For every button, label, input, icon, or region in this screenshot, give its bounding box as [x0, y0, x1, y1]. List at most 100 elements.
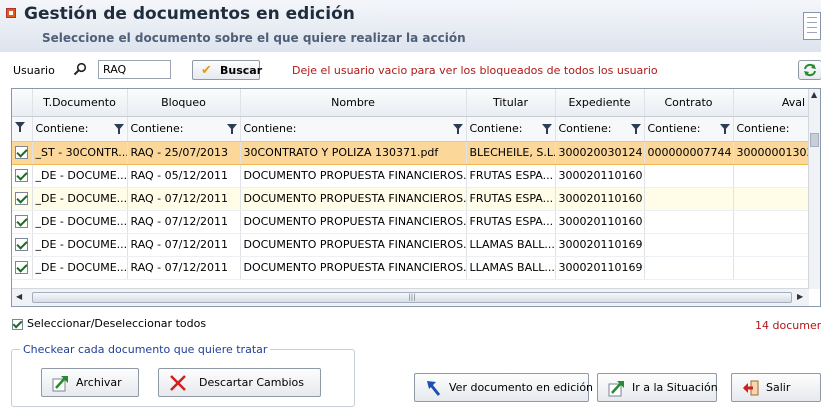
search-toolbar: Usuario ✔ Buscar Deje el usuario vacio p…: [0, 57, 821, 83]
filter-cell-expediente[interactable]: Contiene:: [555, 116, 645, 142]
filter-icon[interactable]: [452, 123, 463, 134]
row-checkbox[interactable]: [15, 238, 28, 252]
go-to-icon: [608, 381, 624, 397]
exit-button[interactable]: Salir: [731, 373, 821, 402]
filter-cell-select[interactable]: [12, 116, 33, 142]
header-row: T.Documento Bloqueo Nombre Titular Exped…: [12, 89, 809, 117]
table-row[interactable]: _DE - DOCUME... RAQ - 07/12/2011 DOCUMEN…: [12, 233, 809, 257]
page-subtitle: Seleccione el documento sobre el que qui…: [42, 31, 466, 45]
cell-bloqueo: RAQ - 07/12/2011: [127, 256, 241, 280]
go-to-situation-button[interactable]: Ir a la Situación: [597, 373, 718, 402]
refresh-icon: [804, 63, 816, 77]
column-header-nombre[interactable]: Nombre: [240, 89, 467, 117]
column-header-aval[interactable]: Aval: [733, 89, 809, 117]
column-header-titular[interactable]: Titular: [466, 89, 556, 117]
table-row[interactable]: _DE - DOCUME... RAQ - 05/12/2011 DOCUMEN…: [12, 164, 809, 188]
user-input[interactable]: [98, 60, 171, 79]
filter-label: Contiene:: [647, 122, 701, 135]
row-checkbox[interactable]: [15, 261, 28, 275]
refresh-button[interactable]: [798, 60, 821, 80]
filter-icon[interactable]: [630, 123, 641, 134]
cell-nombre: 30CONTRATO Y POLIZA 130371.pdf: [240, 141, 467, 165]
cell-nombre: DOCUMENTO PROPUESTA FINANCIEROS...: [240, 233, 467, 257]
scroll-right-icon[interactable]: ▶: [797, 292, 803, 301]
discard-icon: [170, 375, 186, 391]
column-header-bloqueo[interactable]: Bloqueo: [127, 89, 241, 117]
cell-tdocumento: _DE - DOCUME...: [32, 256, 128, 280]
cell-titular: FRUTAS ESPA...: [466, 210, 556, 234]
cell-titular: BLECHEILE, S.L.: [466, 141, 556, 165]
table-row[interactable]: _DE - DOCUME... RAQ - 07/12/2011 DOCUMEN…: [12, 256, 809, 280]
cell-titular: FRUTAS ESPA...: [466, 164, 556, 188]
column-header-contrato[interactable]: Contrato: [644, 89, 734, 117]
documents-table: T.Documento Bloqueo Nombre Titular Exped…: [12, 89, 809, 280]
row-checkbox[interactable]: [15, 215, 28, 229]
cell-titular: LLAMAS BALL...: [466, 233, 556, 257]
horizontal-scrollbar[interactable]: ◀ ||| ▶: [12, 288, 809, 306]
archive-button[interactable]: Archivar: [41, 368, 139, 397]
select-all-toggle[interactable]: Seleccionar/Deseleccionar todos: [12, 317, 206, 330]
cell-nombre: DOCUMENTO PROPUESTA FINANCIEROS...: [240, 164, 467, 188]
cell-contrato: [644, 233, 734, 257]
column-header-expediente[interactable]: Expediente: [555, 89, 645, 117]
cell-expediente: 300020110169: [555, 256, 645, 280]
vertical-scrollbar[interactable]: ▲: [808, 89, 820, 289]
select-all-checkbox[interactable]: [12, 318, 23, 330]
cell-aval: [733, 256, 809, 280]
cell-bloqueo: RAQ - 25/07/2013: [127, 141, 241, 165]
cell-expediente: 300020110169: [555, 233, 645, 257]
header-bar: Gestión de documentos en edición Selecci…: [0, 0, 821, 52]
scroll-left-icon[interactable]: ◀: [16, 292, 22, 301]
cell-expediente: 300020110160: [555, 187, 645, 211]
cell-titular: FRUTAS ESPA...: [466, 187, 556, 211]
close-icon[interactable]: [6, 8, 16, 18]
filter-cell-aval[interactable]: Contiene:: [733, 116, 809, 142]
row-checkbox-cell[interactable]: [12, 164, 33, 188]
filter-icon[interactable]: [719, 123, 730, 134]
cell-tdocumento: _DE - DOCUME...: [32, 210, 128, 234]
view-document-icon: [427, 381, 441, 396]
filter-icon[interactable]: [113, 123, 124, 134]
cell-expediente: 300020110160: [555, 164, 645, 188]
exit-icon: [743, 380, 759, 396]
filter-cell-tdocumento[interactable]: Contiene:: [32, 116, 128, 142]
filter-label: Contiene:: [736, 122, 790, 135]
cell-tdocumento: _ST - 30CONTR...: [32, 141, 128, 165]
row-checkbox[interactable]: [15, 192, 28, 206]
scroll-up-icon[interactable]: ▲: [811, 90, 817, 99]
discard-button-label: Descartar Cambios: [199, 376, 304, 389]
filter-cell-contrato[interactable]: Contiene:: [644, 116, 734, 142]
filter-cell-bloqueo[interactable]: Contiene:: [127, 116, 241, 142]
row-checkbox-cell[interactable]: [12, 187, 33, 211]
select-column-header: [12, 89, 33, 117]
exit-button-label: Salir: [766, 381, 791, 394]
row-checkbox-cell[interactable]: [12, 256, 33, 280]
search-button[interactable]: ✔ Buscar: [192, 60, 262, 80]
archive-button-label: Archivar: [76, 376, 122, 389]
cell-contrato: [644, 187, 734, 211]
cell-contrato: [644, 164, 734, 188]
row-checkbox-cell[interactable]: [12, 210, 33, 234]
filter-cell-nombre[interactable]: Contiene:: [240, 116, 467, 142]
table-row[interactable]: _ST - 30CONTR... RAQ - 25/07/2013 30CONT…: [12, 141, 809, 165]
filter-icon[interactable]: [541, 123, 552, 134]
filter-cell-titular[interactable]: Contiene:: [466, 116, 556, 142]
documents-grid: T.Documento Bloqueo Nombre Titular Exped…: [11, 88, 821, 307]
table-row[interactable]: _DE - DOCUME... RAQ - 07/12/2011 DOCUMEN…: [12, 187, 809, 211]
discard-changes-button[interactable]: Descartar Cambios: [158, 368, 321, 397]
go-to-situation-label: Ir a la Situación: [632, 381, 718, 394]
view-document-button[interactable]: Ver documento en edición: [414, 373, 593, 402]
row-checkbox[interactable]: [15, 146, 28, 160]
hint-text: Deje el usuario vacio para ver los bloqu…: [292, 64, 658, 77]
horizontal-scroll-thumb[interactable]: |||: [32, 292, 792, 303]
row-checkbox[interactable]: [15, 169, 28, 183]
cell-aval: [733, 210, 809, 234]
row-checkbox-cell[interactable]: [12, 141, 33, 165]
table-row[interactable]: _DE - DOCUME... RAQ - 07/12/2011 DOCUMEN…: [12, 210, 809, 234]
column-header-tdocumento[interactable]: T.Documento: [32, 89, 128, 117]
check-icon: ✔: [201, 63, 212, 78]
filter-icon[interactable]: [226, 123, 237, 134]
vertical-scroll-thumb[interactable]: [810, 133, 819, 147]
row-checkbox-cell[interactable]: [12, 233, 33, 257]
view-document-label: Ver documento en edición: [449, 381, 594, 394]
